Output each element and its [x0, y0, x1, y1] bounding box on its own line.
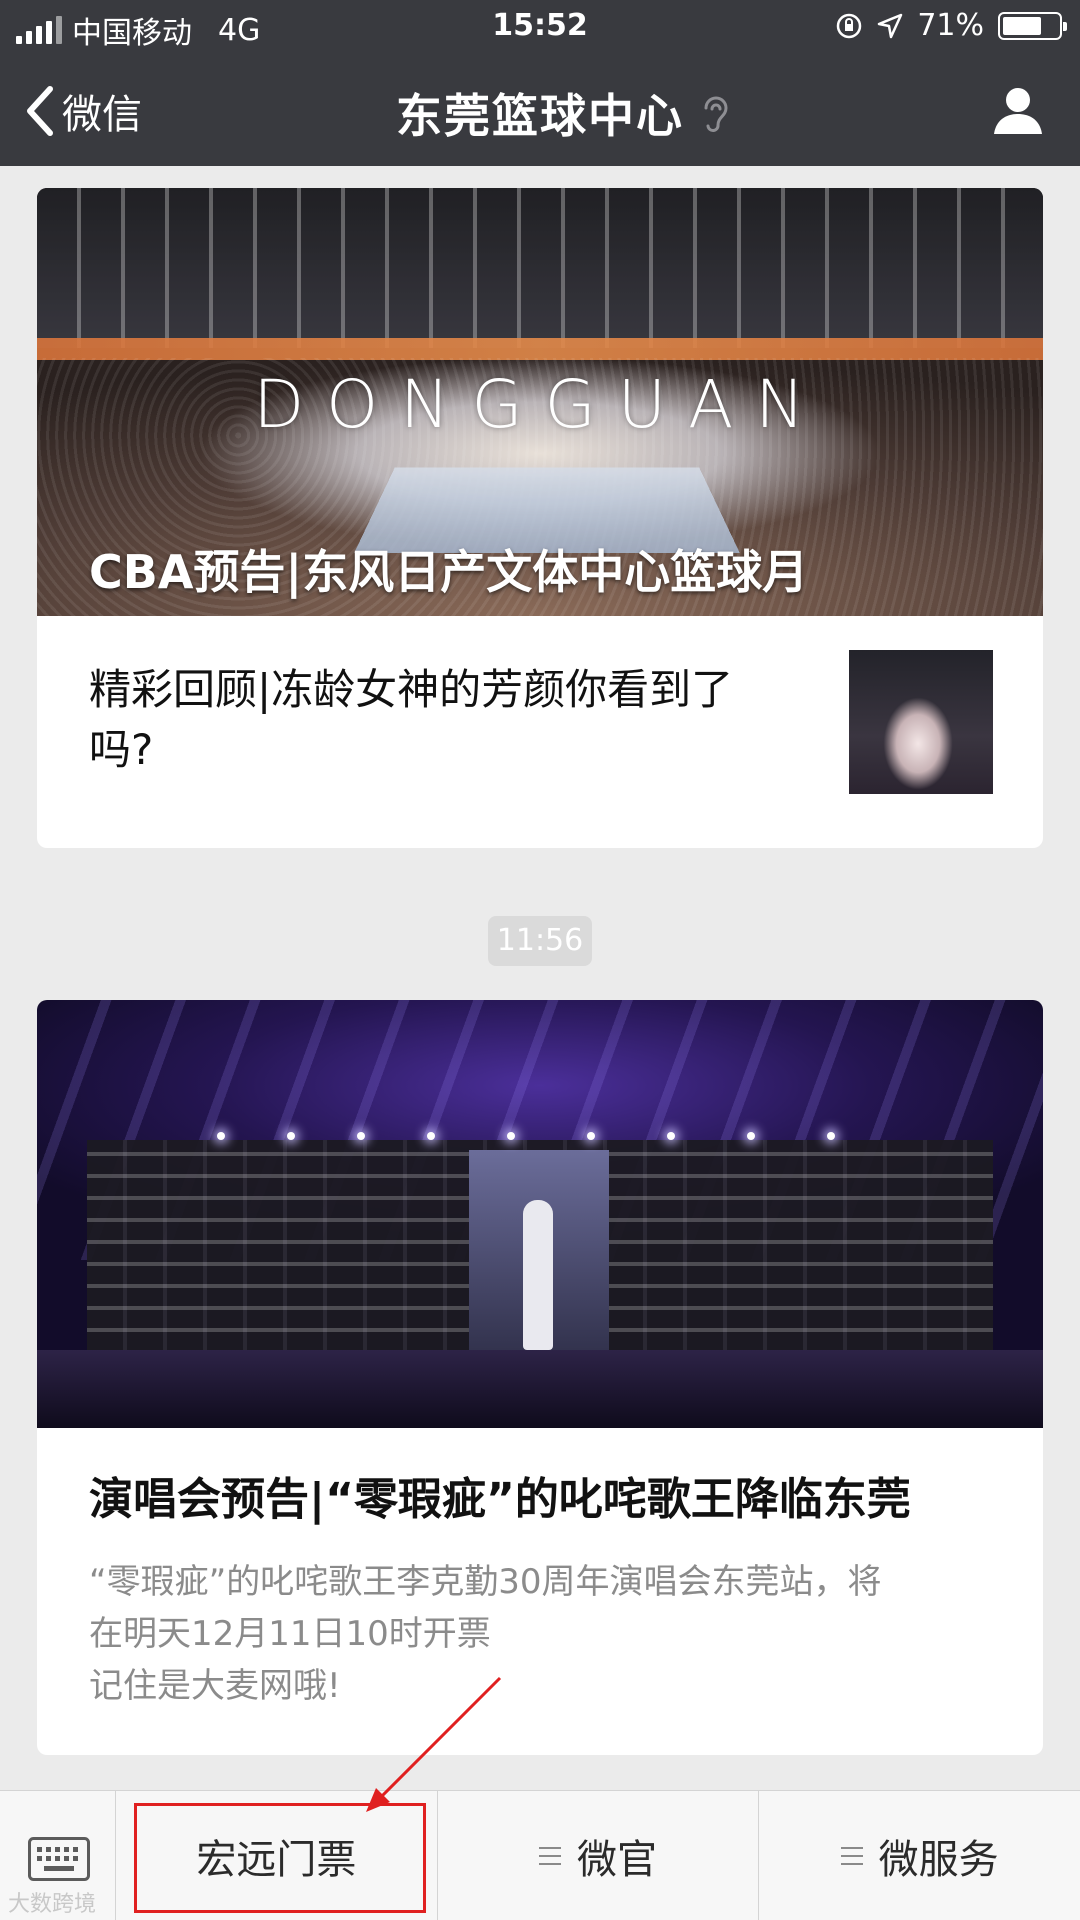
list-item[interactable]: 精彩回顾|冻龄女神的芳颜你看到了吗?: [37, 616, 1043, 848]
article-2-title[interactable]: 演唱会预告|“零瑕疵”的叱咤歌王降临东莞: [89, 1470, 1009, 1530]
article-card-2[interactable]: 演唱会预告|“零瑕疵”的叱咤歌王降临东莞 “零瑕疵”的叱咤歌王李克勤30周年演唱…: [37, 1000, 1043, 1755]
highlight-box: [134, 1803, 426, 1913]
arena-hero-image[interactable]: DONGGUAN CBA预告|东风日产文体中心篮球月: [37, 188, 1043, 616]
submenu-icon: [539, 1847, 561, 1865]
status-bar: 中国移动 4G 15:52 71%: [0, 0, 1080, 54]
location-icon: [878, 13, 903, 38]
article-2-description: “零瑕疵”的叱咤歌王李克勤30周年演唱会东莞站，将 在明天12月11日10时开票…: [89, 1562, 882, 1706]
hero-brand-text: DONGGUAN: [253, 366, 827, 443]
menu-item-services[interactable]: 微服务: [759, 1791, 1080, 1920]
submenu-icon: [840, 1847, 863, 1865]
article-card-1[interactable]: DONGGUAN CBA预告|东风日产文体中心篮球月 精彩回顾|冻龄女神的芳颜你…: [37, 188, 1043, 848]
keyboard-icon: [28, 1837, 90, 1881]
nav-bar: 微信 东莞篮球中心: [0, 54, 1080, 166]
battery-percent: 71%: [917, 8, 984, 43]
ear-icon[interactable]: [700, 94, 730, 138]
watermark: 大数跨境: [8, 1892, 97, 1917]
profile-icon[interactable]: [992, 84, 1044, 136]
battery-icon: [998, 11, 1067, 40]
concert-hero-image[interactable]: [37, 1000, 1043, 1428]
article-1-headline[interactable]: CBA预告|东风日产文体中心篮球月: [89, 536, 808, 602]
message-timestamp: 11:56: [488, 916, 592, 966]
singer-thumbnail[interactable]: [849, 650, 993, 794]
top-bar: 中国移动 4G 15:52 71% 微信 东莞篮球中心: [0, 0, 1080, 166]
sub-article-title[interactable]: 精彩回顾|冻龄女神的芳颜你看到了吗?: [89, 660, 749, 780]
page-title: 东莞篮球中心: [396, 89, 684, 143]
rotation-lock-icon: [837, 13, 862, 38]
menu-item-official[interactable]: 微官: [438, 1791, 760, 1920]
